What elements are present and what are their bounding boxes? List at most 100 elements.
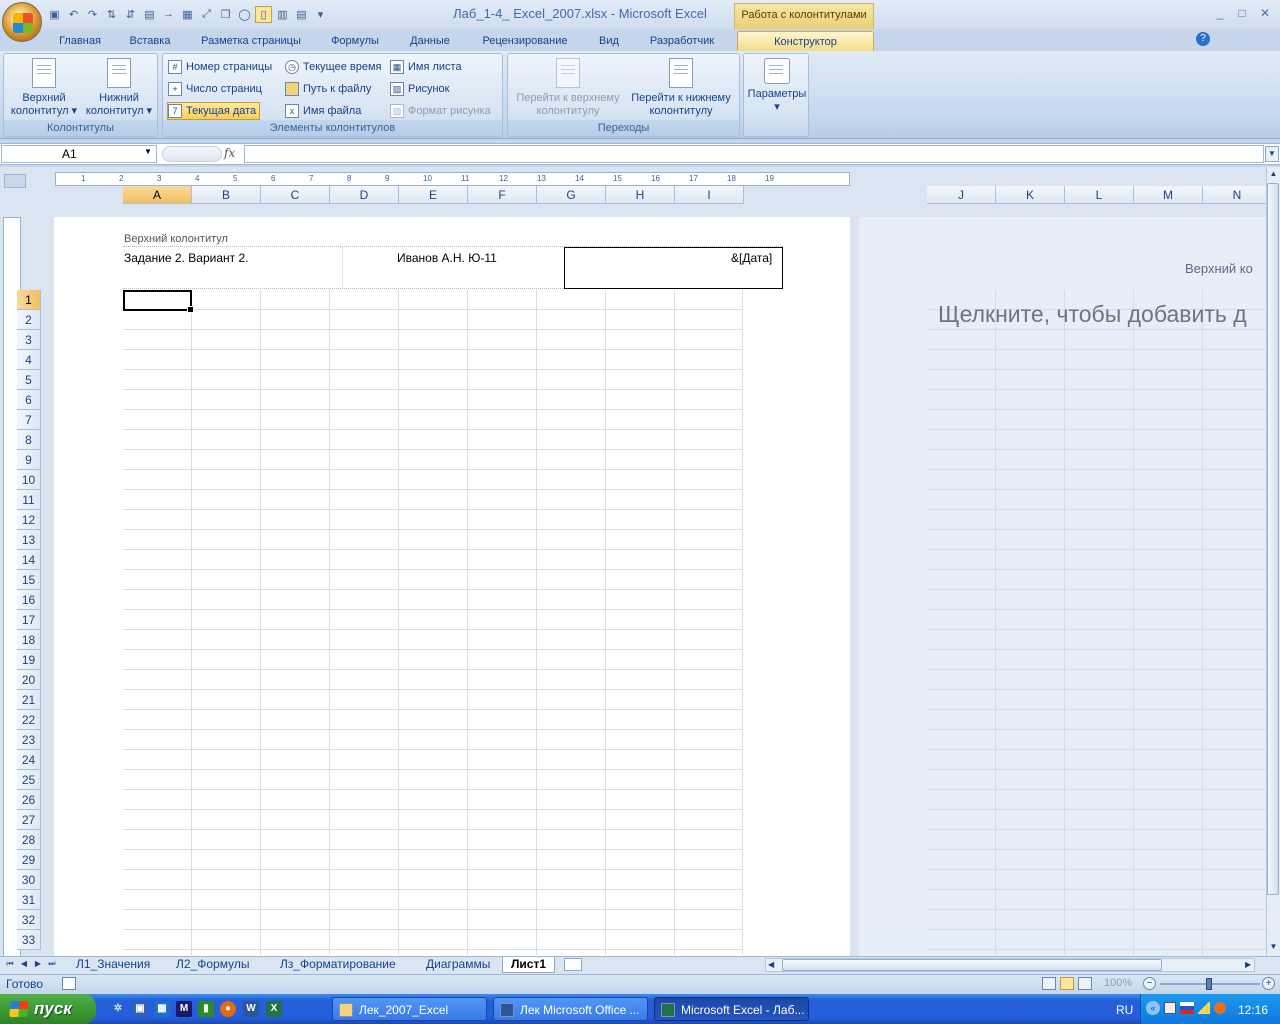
row-header[interactable]: 24 <box>17 750 41 770</box>
row-header[interactable]: 30 <box>17 870 41 890</box>
fullscreen-icon[interactable]: ⤢ <box>198 6 215 23</box>
tray-flag-icon[interactable] <box>1180 1002 1194 1014</box>
row-header[interactable]: 7 <box>17 410 41 430</box>
quicklaunch-green-icon[interactable]: ▮ <box>198 1001 214 1017</box>
column-header[interactable]: D <box>330 186 399 204</box>
last-sheet-icon[interactable]: ⏭ <box>46 958 58 970</box>
column-header[interactable]: H <box>606 186 675 204</box>
taskbar-ms-excel[interactable]: Microsoft Excel - Лаб... <box>654 997 809 1021</box>
arrow-icon[interactable]: → <box>160 6 177 23</box>
quicklaunch-word-icon[interactable]: W <box>243 1001 259 1017</box>
row-header[interactable]: 1 <box>17 290 41 310</box>
row-header[interactable]: 25 <box>17 770 41 790</box>
row-header[interactable]: 15 <box>17 570 41 590</box>
row-header[interactable]: 13 <box>17 530 41 550</box>
cell-grid-page-2[interactable] <box>927 290 1266 955</box>
insert-function-icon[interactable]: fx <box>224 146 244 160</box>
help-icon[interactable]: ? <box>1196 32 1210 46</box>
copy-icon[interactable]: ❐ <box>217 6 234 23</box>
cell-grid-page-1[interactable] <box>123 290 743 955</box>
save-icon[interactable]: ▣ <box>46 6 63 23</box>
row-header[interactable]: 31 <box>17 890 41 910</box>
select-all-corner[interactable] <box>4 174 26 188</box>
sheet-tab-formatting[interactable]: Лз_Форматирование <box>272 957 404 973</box>
row-header[interactable]: 9 <box>17 450 41 470</box>
row-header[interactable]: 3 <box>17 330 41 350</box>
row-header[interactable]: 12 <box>17 510 41 530</box>
row-header[interactable]: 23 <box>17 730 41 750</box>
row-header[interactable]: 6 <box>17 390 41 410</box>
sheet-tab-list1[interactable]: Лист1 <box>502 957 556 973</box>
header-button[interactable]: Верхний колонтитул ▾ <box>8 58 80 118</box>
tray-app-icon[interactable] <box>1214 1002 1226 1014</box>
sheet-name-button[interactable]: ▦ Имя листа <box>390 58 465 76</box>
customize-qat-icon[interactable]: ▾ <box>312 6 329 23</box>
taskbar-lek-ms-office[interactable]: Лек Microsoft Office ... <box>493 997 648 1021</box>
tab-insert[interactable]: Вставка <box>122 31 178 51</box>
tab-data[interactable]: Данные <box>402 31 458 51</box>
options-button[interactable]: Параметры ▾ <box>745 58 809 114</box>
quicklaunch-m-icon[interactable]: M <box>176 1001 192 1017</box>
tab-review[interactable]: Рецензирование <box>472 31 578 51</box>
layout-view-icon[interactable]: ▥ <box>274 6 291 23</box>
column-header[interactable]: I <box>675 186 744 204</box>
taskbar-lek-2007-excel[interactable]: Лек_2007_Excel <box>332 997 487 1021</box>
footer-button[interactable]: Нижний колонтитул ▾ <box>82 58 156 118</box>
header-center-section[interactable]: Иванов А.Н. Ю-11 <box>397 251 497 265</box>
chart-icon[interactable]: ▦ <box>179 6 196 23</box>
page-number-button[interactable]: # Номер страницы <box>168 58 275 76</box>
next-sheet-icon[interactable]: ▶ <box>32 958 44 970</box>
row-header[interactable]: 14 <box>17 550 41 570</box>
column-header[interactable]: C <box>261 186 330 204</box>
macro-record-icon[interactable] <box>62 977 76 990</box>
go-to-footer-button[interactable]: Перейти к нижнему колонтитулу <box>624 58 738 118</box>
picture-format-button[interactable]: ▨ Формат рисунка <box>390 102 494 120</box>
circle-icon[interactable]: ◯ <box>236 6 253 23</box>
quicklaunch-table-icon[interactable]: ▦ <box>154 1001 170 1017</box>
row-header[interactable]: 16 <box>17 590 41 610</box>
scroll-left-icon[interactable]: ◀ <box>768 960 774 969</box>
row-header[interactable]: 5 <box>17 370 41 390</box>
undo-icon[interactable]: ↶ <box>65 6 82 23</box>
vertical-scroll-thumb[interactable] <box>1267 183 1279 895</box>
column-header[interactable]: E <box>399 186 468 204</box>
row-header[interactable]: 18 <box>17 630 41 650</box>
row-header[interactable]: 4 <box>17 350 41 370</box>
current-time-button[interactable]: ◷ Текущее время <box>285 58 384 76</box>
row-header[interactable]: 19 <box>17 650 41 670</box>
expand-formula-icon[interactable]: ▼ <box>1265 146 1279 162</box>
page-count-button[interactable]: + Число страниц <box>168 80 265 98</box>
tab-home[interactable]: Главная <box>52 31 108 51</box>
zoom-level[interactable]: 100% <box>1104 977 1132 989</box>
tray-signal-icon[interactable] <box>1198 1002 1210 1014</box>
zoom-out-icon[interactable]: − <box>1143 977 1156 990</box>
file-path-button[interactable]: Путь к файлу <box>285 80 374 98</box>
row-header[interactable]: 26 <box>17 790 41 810</box>
tray-computer-icon[interactable] <box>1164 1002 1176 1014</box>
sheet-tab-charts[interactable]: Диаграммы <box>418 957 498 973</box>
quicklaunch-firefox-icon[interactable]: ● <box>220 1001 236 1017</box>
current-date-button[interactable]: 7 Текущая дата <box>167 102 261 120</box>
column-header[interactable]: L <box>1065 186 1134 204</box>
quicklaunch-network-icon[interactable]: ✲ <box>110 1001 126 1017</box>
close-button[interactable]: ✕ <box>1254 4 1276 22</box>
sheet-tab-values[interactable]: Л1_Значения <box>68 957 158 973</box>
first-sheet-icon[interactable]: ⏮ <box>4 958 16 970</box>
file-name-button[interactable]: x Имя файла <box>285 102 364 120</box>
horizontal-scroll-thumb[interactable] <box>782 959 1162 971</box>
page-break-view-icon[interactable] <box>1078 977 1092 990</box>
scroll-up-icon[interactable]: ▲ <box>1268 169 1279 181</box>
page-layout-view-icon[interactable] <box>1060 977 1074 990</box>
column-header[interactable]: N <box>1203 186 1272 204</box>
tab-formulas[interactable]: Формулы <box>324 31 386 51</box>
active-cell[interactable] <box>123 290 194 313</box>
scroll-down-icon[interactable]: ▼ <box>1268 942 1279 954</box>
vertical-scrollbar[interactable]: ▲ ▼ <box>1266 167 1280 956</box>
row-header[interactable]: 21 <box>17 690 41 710</box>
zoom-slider-knob[interactable] <box>1206 978 1212 990</box>
formula-input[interactable] <box>244 145 1264 163</box>
normal-view-icon[interactable] <box>1042 977 1056 990</box>
insert-sheet-icon[interactable] <box>564 958 582 971</box>
name-box[interactable]: A1 <box>1 145 157 163</box>
sheet-tab-formulas[interactable]: Л2_Формулы <box>168 957 257 973</box>
